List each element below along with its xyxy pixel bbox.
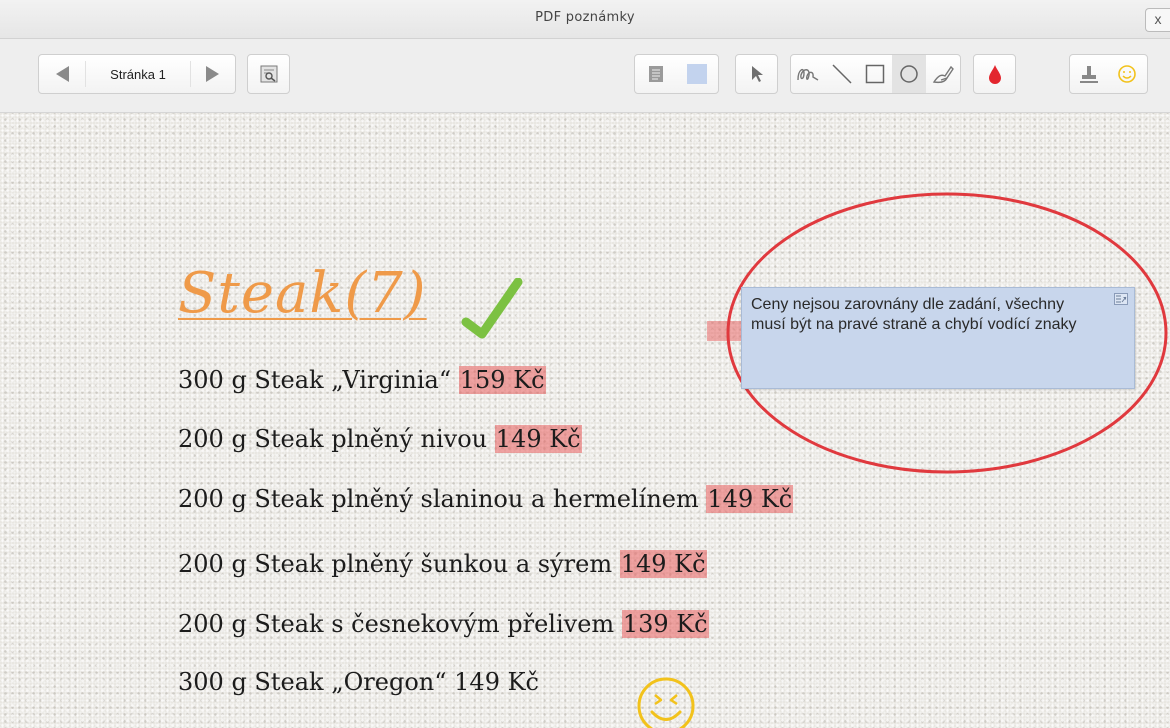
- line-tool-button[interactable]: [825, 55, 859, 93]
- next-page-icon: [206, 66, 219, 82]
- line-icon: [832, 64, 852, 84]
- menu-item-text: 200 g Steak plněný šunkou a sýrem: [178, 550, 620, 578]
- menu-item-text: 200 g Steak plněný nivou: [178, 425, 495, 453]
- drawing-tools: [790, 54, 961, 94]
- title-bar: PDF poznámky x: [0, 0, 1170, 39]
- menu-item-6: 300 g Steak „Oregon“ 149 Kč: [178, 668, 539, 696]
- color-picker-button[interactable]: [973, 54, 1016, 94]
- highlight-color-icon: [687, 64, 708, 84]
- toolbar: Stránka 1: [0, 39, 1170, 113]
- menu-item-1: 300 g Steak „Virginia“ 159 Kč: [178, 366, 546, 394]
- search-page-icon: [260, 65, 277, 83]
- menu-item-5: 200 g Steak s česnekovým přelivem 139 Kč: [178, 610, 709, 638]
- sticky-note[interactable]: Ceny nejsou zarovnány dle zadání, všechn…: [741, 287, 1135, 389]
- price-highlight[interactable]: 159 Kč: [458, 366, 546, 394]
- smiley-icon: [1118, 65, 1136, 83]
- rectangle-tool-button[interactable]: [859, 55, 893, 93]
- eraser-icon: [932, 65, 954, 84]
- ellipse-tool-button[interactable]: [892, 55, 927, 93]
- pointer-tool-button[interactable]: [735, 54, 778, 94]
- search-page-button[interactable]: [247, 54, 290, 94]
- menu-item-3: 200 g Steak plněný slaninou a hermelínem…: [178, 485, 794, 513]
- menu-item-text: 300 g Steak „Virginia“: [178, 366, 459, 394]
- price-highlight[interactable]: 139 Kč: [621, 610, 709, 638]
- page-navigation: Stránka 1: [38, 54, 236, 94]
- rectangle-icon: [866, 64, 885, 84]
- smiley-annotation[interactable]: [635, 675, 697, 728]
- menu-item-4: 200 g Steak plněný šunkou a sýrem 149 Kč: [178, 550, 707, 578]
- color-drop-icon: [988, 65, 1001, 84]
- prev-page-button[interactable]: [39, 55, 85, 93]
- price-highlight[interactable]: 149 Kč: [619, 550, 707, 578]
- stamp-icon: [1080, 66, 1098, 83]
- next-page-button[interactable]: [191, 55, 235, 93]
- note-tool-button[interactable]: [635, 55, 677, 93]
- pdf-page: Steak(7) 300 g Steak „Virginia“ 159 Kč 2…: [0, 113, 1170, 728]
- note-collapse-icon[interactable]: [1114, 293, 1128, 305]
- pointer-icon: [751, 66, 763, 82]
- close-button[interactable]: x: [1145, 8, 1170, 32]
- price-highlight[interactable]: 149 Kč: [494, 425, 582, 453]
- note-tools: [634, 54, 719, 94]
- note-icon: [648, 66, 663, 82]
- stamp-tools: [1069, 54, 1148, 94]
- menu-item-text: 200 g Steak s česnekovým přelivem: [178, 610, 622, 638]
- note-text: Ceny nejsou zarovnány dle zadání, všechn…: [751, 296, 1077, 333]
- freehand-tool-button[interactable]: [791, 55, 825, 93]
- smiley-tool-button[interactable]: [1108, 55, 1146, 93]
- eraser-tool-button[interactable]: [926, 55, 960, 93]
- checkmark-annotation[interactable]: [458, 278, 538, 358]
- freehand-icon: [797, 68, 819, 81]
- ellipse-icon: [900, 65, 919, 83]
- menu-item-text: 300 g Steak „Oregon“ 149 Kč: [178, 668, 539, 696]
- menu-heading: Steak(7): [178, 261, 427, 326]
- stamp-tool-button[interactable]: [1070, 55, 1108, 93]
- highlight-tool-button[interactable]: [677, 55, 719, 93]
- menu-item-text: 200 g Steak plněný slaninou a hermelínem: [178, 485, 707, 513]
- window-title: PDF poznámky: [535, 10, 635, 25]
- page-number-label: Stránka 1: [110, 66, 166, 82]
- prev-page-icon: [56, 66, 69, 82]
- menu-item-2: 200 g Steak plněný nivou 149 Kč: [178, 425, 582, 453]
